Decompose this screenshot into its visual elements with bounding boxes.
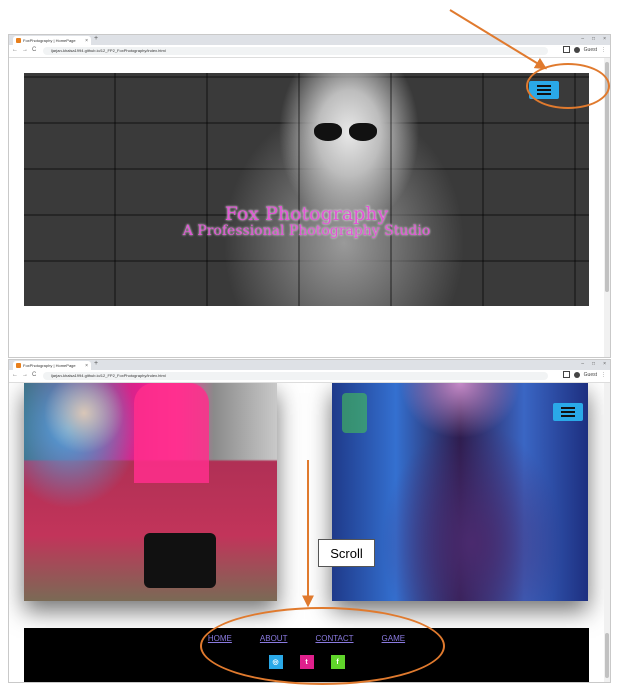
profile-icon[interactable] — [573, 371, 580, 378]
toolbar-right: Guest ⋮ — [562, 371, 606, 378]
maximize-button[interactable]: □ — [592, 36, 595, 42]
page-viewport: Fox Photography A Professional Photograp… — [9, 58, 604, 357]
address-bar[interactable]: ljarjan-khalsa1994.github.io/12_FP2_FoxP… — [43, 372, 548, 380]
green-light — [342, 393, 367, 433]
close-window-button[interactable]: × — [603, 361, 606, 367]
new-tab-button[interactable]: + — [94, 35, 98, 42]
back-icon[interactable]: ← — [12, 372, 18, 378]
browser-window-top: FoxPhotography | HomePage × + – □ × ← → … — [8, 34, 611, 358]
menu-bar — [561, 411, 575, 413]
address-toolbar: ← → C ljarjan-khalsa1994.github.io/12_FP… — [9, 370, 610, 383]
tab-close-icon[interactable]: × — [85, 363, 88, 369]
nav-buttons: ← → C — [12, 47, 36, 53]
kebab-menu-icon[interactable]: ⋮ — [601, 47, 606, 53]
address-toolbar: ← → C ljarjan-khalsa1994.github.io/12_FP… — [9, 45, 610, 58]
tab-strip: FoxPhotography | HomePage × + – □ × — [9, 360, 610, 370]
camera-bag — [144, 533, 216, 588]
forward-icon[interactable]: → — [22, 372, 28, 378]
hero-image: Fox Photography A Professional Photograp… — [24, 73, 589, 306]
close-window-button[interactable]: × — [603, 36, 606, 42]
tab-strip: FoxPhotography | HomePage × + – □ × — [9, 35, 610, 45]
annotation-ellipse-menu — [526, 63, 610, 109]
menu-bar — [561, 415, 575, 417]
minimize-button[interactable]: – — [581, 361, 584, 367]
tab-close-icon[interactable]: × — [85, 38, 88, 44]
maximize-button[interactable]: □ — [592, 361, 595, 367]
menu-bar — [561, 407, 575, 409]
scrollbar[interactable] — [604, 383, 610, 682]
profile-label[interactable]: Guest — [584, 47, 597, 53]
forward-icon[interactable]: → — [22, 47, 28, 53]
reload-icon[interactable]: C — [32, 372, 36, 378]
annotation-ellipse-footer — [200, 607, 445, 685]
back-icon[interactable]: ← — [12, 47, 18, 53]
hamburger-menu-icon[interactable] — [553, 403, 583, 421]
address-bar[interactable]: ljarjan-khalsa1994.github.io/12_FP2_FoxP… — [43, 47, 548, 55]
browser-tab[interactable]: FoxPhotography | HomePage × — [13, 361, 91, 370]
hero-subtitle: A Professional Photography Studio — [182, 223, 431, 239]
reload-icon[interactable]: C — [32, 47, 36, 53]
sunglasses-lens-left — [314, 123, 342, 141]
tab-title: FoxPhotography | HomePage — [23, 38, 76, 43]
scrollbar-thumb[interactable] — [605, 62, 609, 292]
tab-title: FoxPhotography | HomePage — [23, 363, 76, 368]
window-controls: – □ × — [581, 36, 606, 42]
minimize-button[interactable]: – — [581, 36, 584, 42]
favicon-icon — [16, 363, 21, 368]
kebab-menu-icon[interactable]: ⋮ — [601, 372, 606, 378]
profile-icon[interactable] — [573, 46, 580, 53]
scroll-label: Scroll — [318, 539, 375, 567]
browser-tab[interactable]: FoxPhotography | HomePage × — [13, 36, 91, 45]
gallery-photo-blue-hair — [24, 383, 277, 601]
favicon-icon — [16, 38, 21, 43]
profile-label[interactable]: Guest — [584, 372, 597, 378]
sidebar-icon[interactable] — [562, 46, 570, 53]
sidebar-icon[interactable] — [562, 371, 570, 378]
sunglasses-lens-right — [349, 123, 377, 141]
new-tab-button[interactable]: + — [94, 360, 98, 367]
nav-buttons: ← → C — [12, 372, 36, 378]
scrollbar-thumb[interactable] — [605, 633, 609, 678]
brick-wall — [24, 73, 589, 306]
gallery-photo-denim-jacket — [332, 383, 588, 601]
toolbar-right: Guest ⋮ — [562, 46, 606, 53]
window-controls: – □ × — [581, 361, 606, 367]
scrollbar[interactable] — [604, 58, 610, 357]
pink-background-object — [134, 383, 209, 483]
hero-title: Fox Photography — [224, 203, 389, 225]
